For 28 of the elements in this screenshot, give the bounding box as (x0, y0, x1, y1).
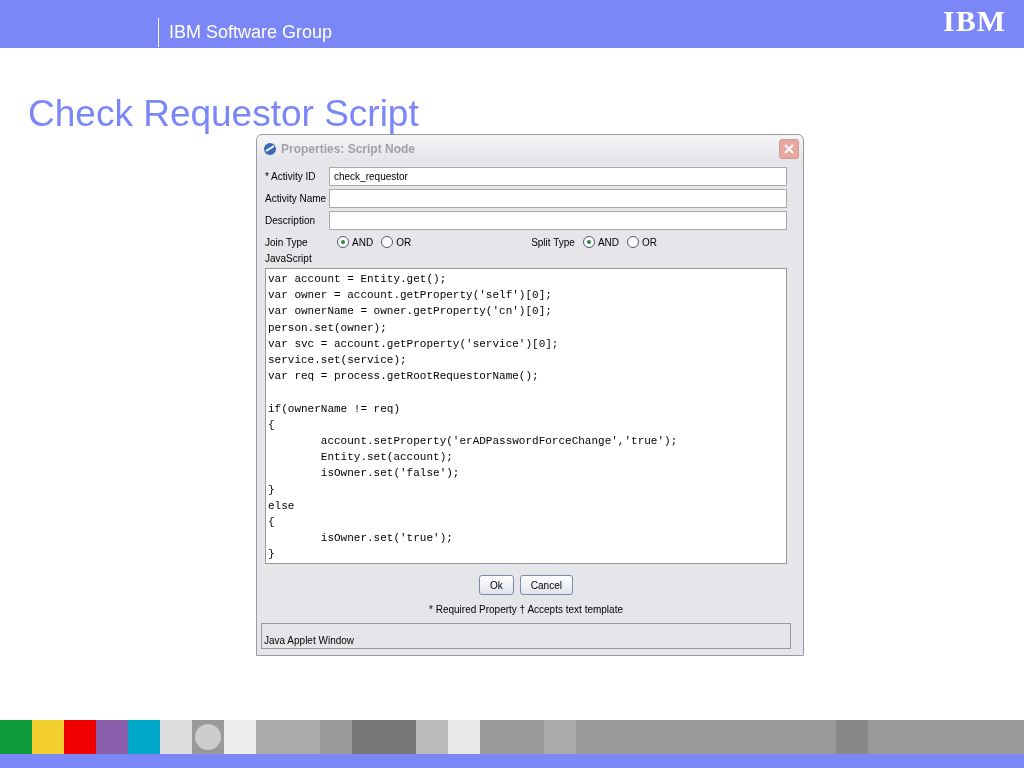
radio-icon[interactable] (627, 236, 639, 248)
radio-icon[interactable] (381, 236, 394, 248)
radio-group-label: Join Type (265, 236, 309, 248)
slide-title: Check Requestor Script (28, 94, 420, 134)
ok-button[interactable]: Ok (479, 575, 514, 595)
script-label: JavaScript (265, 253, 313, 264)
dialog-title: Properties: Script Node (281, 142, 416, 156)
field-label: Description (265, 214, 317, 226)
radio-option[interactable]: OR (627, 236, 657, 248)
radio-option[interactable]: AND (582, 236, 619, 248)
radio-option[interactable]: OR (381, 236, 412, 248)
input-field[interactable] (329, 210, 787, 230)
radio-icon[interactable] (337, 236, 349, 248)
app-icon (263, 142, 277, 156)
cancel-button[interactable]: Cancel (519, 575, 573, 595)
input-field[interactable]: check_requestor (329, 166, 787, 186)
close-icon (783, 143, 795, 155)
field-label: * Activity ID (265, 170, 317, 182)
radio-group-label: Split Type (531, 236, 575, 248)
logo: IBM (943, 4, 1006, 38)
radio-option[interactable]: AND (337, 236, 374, 248)
input-field[interactable] (329, 188, 787, 208)
status-bar: Java Applet Window (261, 623, 791, 649)
field-label: Activity Name (265, 192, 328, 204)
footnote: * Required Property † Accepts text template (428, 604, 624, 615)
radio-icon[interactable] (582, 236, 595, 248)
group-name: IBM Software Group (158, 17, 333, 47)
code-editor[interactable]: var account = Entity.get(); var owner = account.getProperty('self')[0]; var ownerName = owner.getProperty('cn')[0]; person.set(owner); var svc = account.getProperty('service')[0]; service.set(service); var req = process.getRootRequestorName(); if(ownerName != req) { account.setProperty('erADPasswordForceChange','true'); Entity.set(account); isOwner.set('false'); } else { isOwner.set('true'); } (265, 268, 787, 564)
